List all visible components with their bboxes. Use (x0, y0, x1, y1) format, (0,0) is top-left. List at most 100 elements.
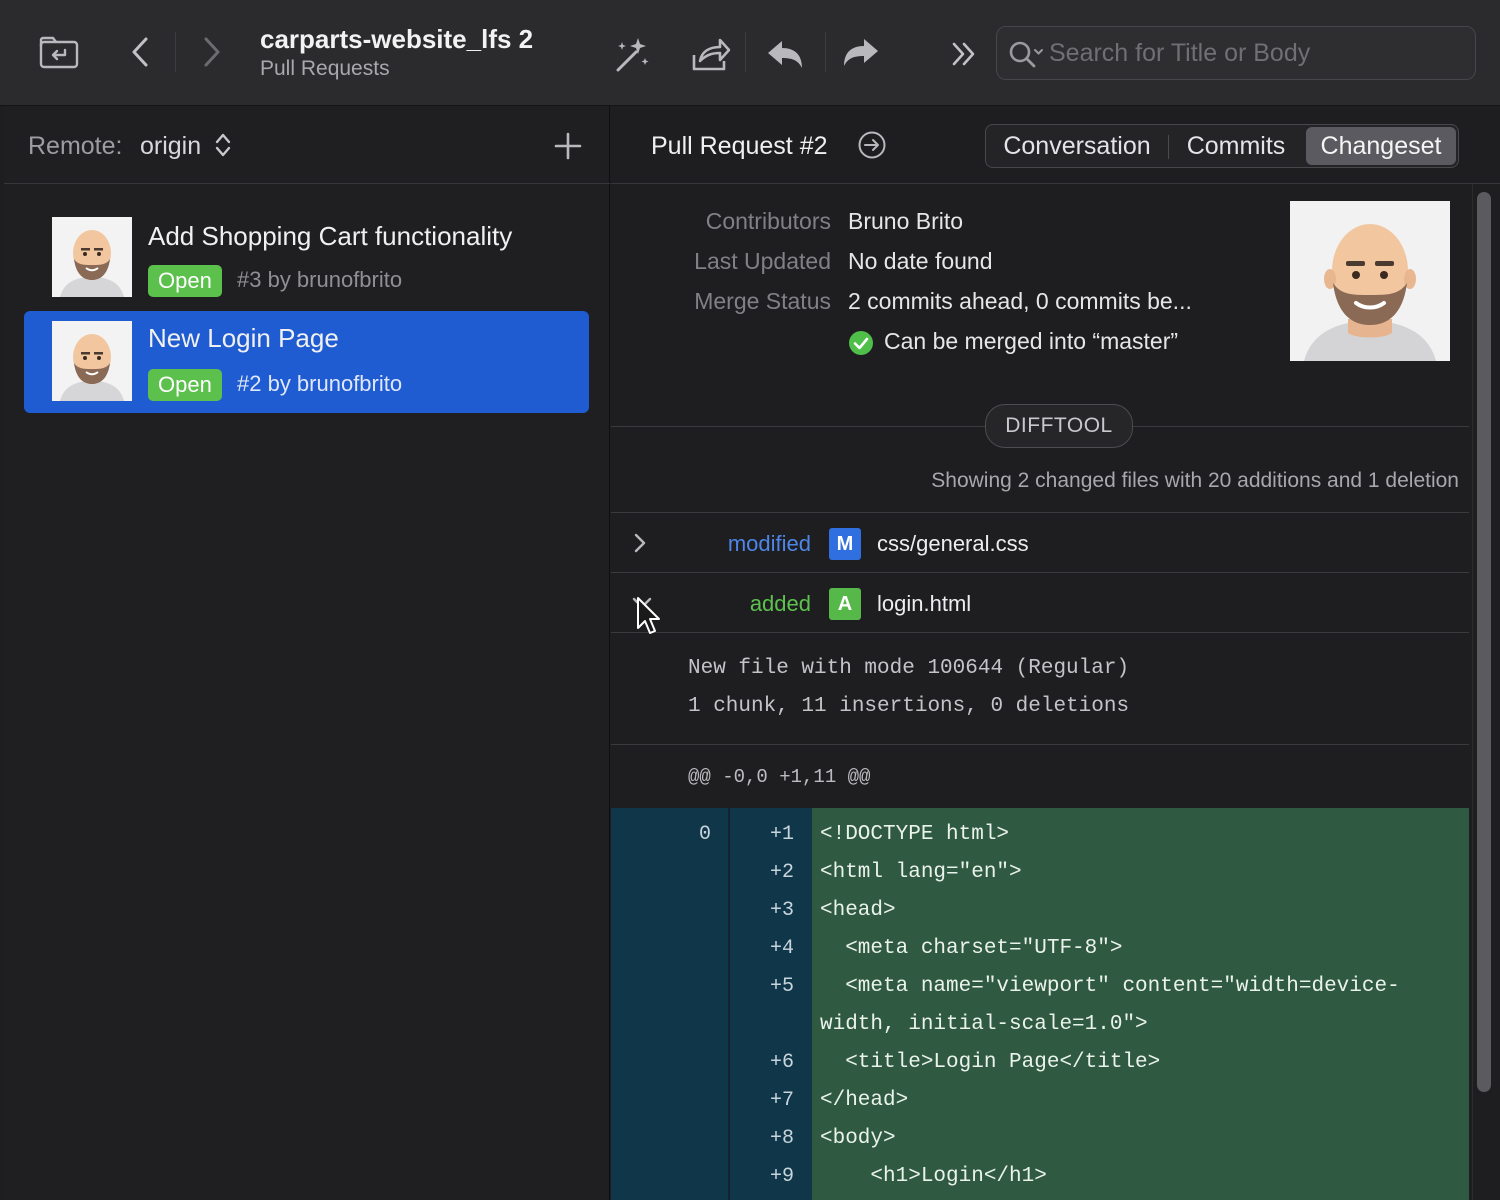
toolbar-separator (175, 32, 176, 72)
divider (611, 632, 1469, 633)
file-chunk-info: 1 chunk, 11 insertions, 0 deletions (688, 695, 1130, 718)
code-line: <title>Login Page</title> (820, 1051, 1161, 1074)
checkmark-circle-icon (848, 330, 874, 361)
last-updated-label: Last Updated (694, 248, 831, 274)
toolbar-separator (745, 32, 746, 72)
diff-line: width, initial-scale=1.0"> (611, 1006, 1469, 1044)
search-field[interactable] (996, 26, 1476, 80)
file-status: modified (727, 531, 811, 556)
code-line: <!DOCTYPE html> (820, 823, 1010, 846)
diff-line: +9 <h1>Login</h1> (611, 1158, 1469, 1196)
pull-request-meta: #3 by brunofbrito (237, 267, 403, 292)
search-input[interactable] (1049, 35, 1459, 71)
add-icon[interactable] (554, 132, 582, 165)
pull-request-detail-pane: Pull Request #2 Conversation Commits Cha… (611, 106, 1500, 1200)
diff-line: +5 <meta name="viewport" content="width=… (611, 968, 1469, 1006)
pull-request-title: Add Shopping Cart functionality (148, 221, 513, 251)
new-line-number: +7 (769, 1089, 794, 1112)
contributor-avatar (1290, 201, 1450, 361)
diff-line: +3 <head> (611, 892, 1469, 930)
changes-summary: Showing 2 changed files with 20 addition… (931, 469, 1459, 492)
hunk-header: @@ -0,0 +1,11 @@ (688, 766, 871, 788)
new-line-number: +6 (769, 1051, 794, 1074)
code-line: <form> (820, 1196, 946, 1200)
tab-changeset[interactable]: Changeset (1306, 127, 1456, 165)
detail-header: Pull Request #2 Conversation Commits Cha… (611, 106, 1500, 184)
scrollbar-thumb[interactable] (1477, 192, 1491, 1092)
status-badge: Open (148, 369, 222, 401)
repository-icon[interactable] (38, 34, 80, 70)
toolbar-separator (825, 32, 826, 72)
file-name[interactable]: login.html (877, 591, 971, 617)
open-arrow-circle-icon[interactable] (857, 130, 887, 165)
difftool-button[interactable]: DIFFTOOL (985, 404, 1133, 448)
chevron-up-down-icon[interactable] (214, 132, 232, 163)
merge-status-value: 2 commits ahead, 0 commits be... (848, 288, 1192, 314)
tab-conversation[interactable]: Conversation (990, 127, 1164, 165)
forward-icon[interactable] (196, 34, 228, 70)
redo-icon[interactable] (838, 34, 884, 74)
merge-status-label: Merge Status (694, 288, 831, 314)
share-icon[interactable] (688, 32, 734, 76)
more-icon[interactable] (946, 36, 982, 72)
new-line-number: +9 (769, 1165, 794, 1188)
pull-request-meta: #2 by brunofbrito (237, 371, 403, 396)
section-subtitle: Pull Requests (260, 57, 390, 80)
code-line: width, initial-scale=1.0"> (820, 1013, 1148, 1036)
new-line-number: +8 (769, 1127, 794, 1150)
diff-line: +2 <html lang="en"> (611, 854, 1469, 892)
remote-selector[interactable]: origin (140, 132, 201, 161)
pull-request-item[interactable]: Add Shopping Cart functionality Open #3 … (24, 209, 589, 311)
diff-line: +6 <title>Login Page</title> (611, 1044, 1469, 1082)
status-badge: Open (148, 265, 222, 297)
diff-line: 0 +1 <!DOCTYPE html> (611, 816, 1469, 854)
pull-request-title: New Login Page (148, 323, 339, 353)
diff-line: +4 <meta charset="UTF-8"> (611, 930, 1469, 968)
old-line-number: 0 (698, 823, 711, 846)
code-line: <meta charset="UTF-8"> (820, 937, 1123, 960)
divider (611, 572, 1469, 573)
diff-line: +8 <body> (611, 1120, 1469, 1158)
file-mode-info: New file with mode 100644 (Regular) (688, 657, 1130, 680)
pull-request-item-selected[interactable]: New Login Page Open #2 by brunofbrito (24, 311, 589, 413)
back-icon[interactable] (124, 34, 156, 70)
remote-header: Remote: origin (4, 106, 610, 184)
file-change-badge: A (829, 588, 861, 620)
tab-commits[interactable]: Commits (1170, 127, 1302, 165)
new-line-number: +1 (769, 823, 794, 846)
magic-wand-icon[interactable] (610, 32, 654, 76)
diff-line: +7 </head> (611, 1082, 1469, 1120)
toolbar: carparts-website_lfs 2 Pull Requests (0, 0, 1500, 106)
code-line: <meta name="viewport" content="width=dev… (820, 975, 1400, 998)
repo-title: carparts-website_lfs 2 (260, 24, 534, 54)
diff-line: +10 <form> (611, 1196, 1469, 1200)
file-change-badge: M (829, 528, 861, 560)
mouse-cursor-icon (636, 596, 662, 641)
code-line: <body> (820, 1127, 896, 1150)
divider (611, 512, 1469, 513)
new-line-number: +10 (730, 1196, 794, 1200)
new-line-number: +5 (769, 975, 794, 998)
last-updated-value: No date found (848, 248, 993, 274)
undo-icon[interactable] (762, 34, 808, 74)
code-line: </head> (820, 1089, 909, 1112)
divider (611, 744, 1469, 745)
file-name[interactable]: css/general.css (877, 531, 1029, 557)
contributors-label: Contributors (705, 208, 831, 234)
contributors-value: Bruno Brito (848, 208, 964, 234)
new-line-number: +2 (769, 861, 794, 884)
search-icon (1007, 39, 1045, 74)
remote-label: Remote: (28, 132, 123, 160)
diff-view: 0 +1 <!DOCTYPE html> +2 <html lang="en"> +3 <h… (611, 808, 1469, 1200)
avatar (52, 321, 132, 401)
merge-check-text: Can be merged into “master” (884, 328, 1179, 354)
code-line: <head> (820, 899, 896, 922)
pull-request-list-pane: Remote: origin Add Shopping Cart functio… (4, 106, 610, 1200)
view-segmented-control: Conversation Commits Changeset (985, 124, 1459, 168)
pull-request-number: Pull Request #2 (651, 132, 828, 160)
new-line-number: +3 (769, 899, 794, 922)
code-line: <html lang="en"> (820, 861, 1022, 884)
new-line-number: +4 (769, 937, 794, 960)
code-line: <h1>Login</h1> (820, 1165, 1047, 1188)
avatar (52, 217, 132, 297)
